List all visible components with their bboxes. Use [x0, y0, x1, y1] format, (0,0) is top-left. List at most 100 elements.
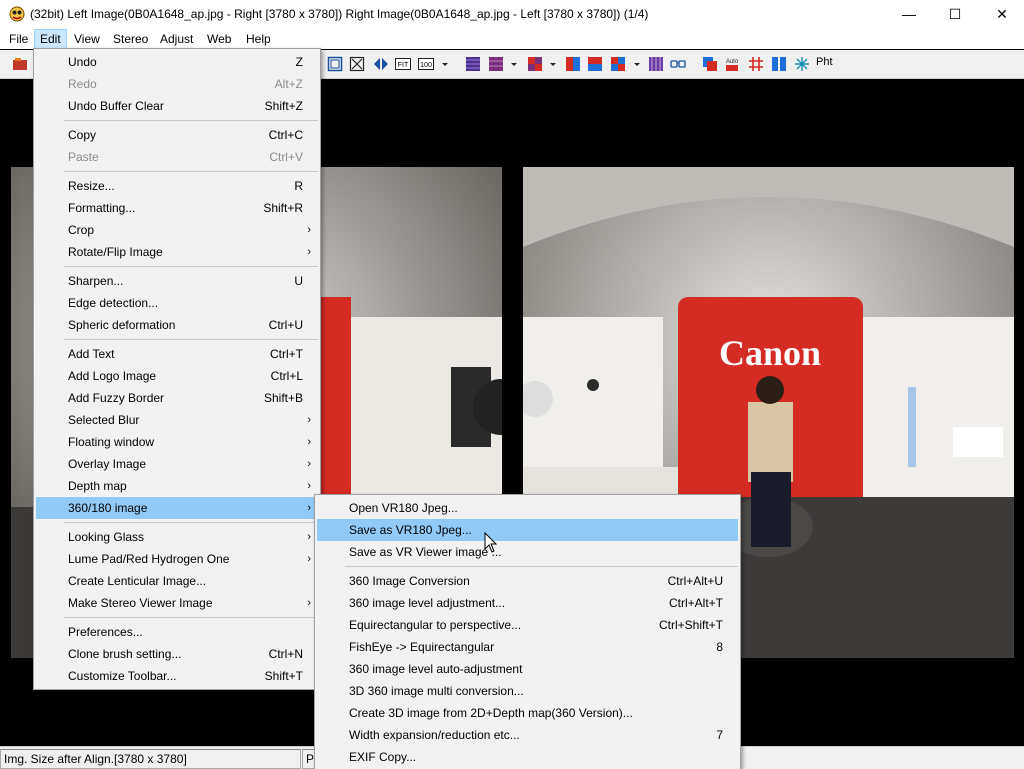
- menu-item-3d-360-image-multi-conversion[interactable]: 3D 360 image multi conversion...: [317, 680, 738, 702]
- menu-item-label: Add Logo Image: [68, 369, 157, 383]
- menu-item-label: FishEye -> Equirectangular: [349, 640, 495, 654]
- submenu-arrow-icon: ›: [307, 414, 311, 426]
- submenu-arrow-icon: ›: [307, 531, 311, 543]
- menu-item-360-image-level-adjustment[interactable]: 360 image level adjustment... Ctrl+Alt+T: [317, 592, 738, 614]
- menu-item-save-as-vr-viewer-image[interactable]: Save as VR Viewer image ...: [317, 541, 738, 563]
- menu-item-clone-brush-setting[interactable]: Clone brush setting... Ctrl+N: [36, 643, 318, 665]
- menu-item-label: Create Lenticular Image...: [68, 574, 207, 588]
- quad-icon[interactable]: [610, 56, 626, 72]
- snowflake-icon[interactable]: [794, 56, 810, 72]
- dropdown-icon[interactable]: [509, 56, 519, 72]
- menu-item-360-image-conversion[interactable]: 360 Image Conversion Ctrl+Alt+U: [317, 570, 738, 592]
- menu-item-equirectangular-to-perspective[interactable]: Equirectangular to perspective... Ctrl+Sh…: [317, 614, 738, 636]
- menu-item-label: EXIF Copy...: [349, 750, 417, 764]
- menu-item-add-text[interactable]: Add Text Ctrl+T: [36, 343, 318, 365]
- menu-item-undo[interactable]: Undo Z: [36, 51, 318, 73]
- menu-item-save-as-vr180-jpeg[interactable]: Save as VR180 Jpeg...: [317, 519, 738, 541]
- checker-icon[interactable]: [527, 56, 543, 72]
- menu-file[interactable]: File: [4, 30, 33, 48]
- red-blue-2-icon[interactable]: [587, 56, 603, 72]
- fit-icon[interactable]: FIT: [395, 56, 411, 72]
- menu-item-selected-blur[interactable]: Selected Blur ›: [36, 409, 318, 431]
- align-left-right-icon[interactable]: [373, 56, 389, 72]
- maximize-button[interactable]: ☐: [932, 0, 978, 28]
- pht-icon[interactable]: Pht: [816, 56, 833, 68]
- menu-item-shortcut: Ctrl+T: [270, 347, 303, 361]
- menu-edit[interactable]: Edit: [34, 29, 67, 49]
- submenu-arrow-icon: ›: [307, 597, 311, 609]
- menu-item-formatting[interactable]: Formatting... Shift+R: [36, 197, 318, 219]
- menu-item-shortcut: Z: [295, 55, 303, 69]
- app-icon[interactable]: [8, 5, 26, 23]
- overlay-icon[interactable]: [702, 56, 718, 72]
- zoom-100-icon[interactable]: 100: [418, 56, 434, 72]
- frame-icon[interactable]: [327, 56, 343, 72]
- menu-item-add-fuzzy-border[interactable]: Add Fuzzy Border Shift+B: [36, 387, 318, 409]
- menu-separator: [64, 339, 318, 340]
- menu-separator: [345, 566, 738, 567]
- menu-web[interactable]: Web: [202, 30, 236, 48]
- menu-item-paste[interactable]: Paste Ctrl+V: [36, 146, 318, 168]
- stripe-purple-icon[interactable]: [465, 56, 481, 72]
- menu-item-floating-window[interactable]: Floating window ›: [36, 431, 318, 453]
- auto-icon[interactable]: Auto: [724, 56, 740, 72]
- vertical-stripes-icon[interactable]: [648, 56, 664, 72]
- menu-item-open-vr180-jpeg[interactable]: Open VR180 Jpeg...: [317, 497, 738, 519]
- menu-item-overlay-image[interactable]: Overlay Image ›: [36, 453, 318, 475]
- dropdown-icon[interactable]: [548, 56, 558, 72]
- menu-item-redo[interactable]: Redo Alt+Z: [36, 73, 318, 95]
- menu-item-label: Add Fuzzy Border: [68, 391, 165, 405]
- menu-item-exif-copy[interactable]: EXIF Copy...: [317, 746, 738, 768]
- menu-item-label: Sharpen...: [68, 274, 124, 288]
- menu-item-360-180-image[interactable]: 360/180 image ›: [36, 497, 318, 519]
- fit-window-icon[interactable]: [349, 56, 365, 72]
- menu-item-edge-detection[interactable]: Edge detection...: [36, 292, 318, 314]
- menu-item-spheric-deformation[interactable]: Spheric deformation Ctrl+U: [36, 314, 318, 336]
- minimize-button[interactable]: —: [886, 0, 932, 28]
- menu-item-create-3d-image-from-2d-depth-map-360-version[interactable]: Create 3D image from 2D+Depth map(360 Ve…: [317, 702, 738, 724]
- menu-item-depth-map[interactable]: Depth map ›: [36, 475, 318, 497]
- menu-separator: [64, 266, 318, 267]
- submenu-arrow-icon: ›: [307, 224, 311, 236]
- menu-item-resize[interactable]: Resize... R: [36, 175, 318, 197]
- menu-bar: File Edit View Stereo Adjust Web Help: [0, 28, 1024, 49]
- dropdown-icon[interactable]: [632, 56, 642, 72]
- menu-item-add-logo-image[interactable]: Add Logo Image Ctrl+L: [36, 365, 318, 387]
- edit-menu: Undo Z Redo Alt+Z Undo Buffer Clear Shift+Z Co…: [33, 48, 321, 690]
- submenu-arrow-icon: ›: [307, 436, 311, 448]
- menu-item-label: Resize...: [68, 179, 115, 193]
- red-blue-icon[interactable]: [565, 56, 581, 72]
- side-by-side-icon[interactable]: [771, 56, 787, 72]
- menu-item-360-image-level-auto-adjustment[interactable]: 360 image level auto-adjustment: [317, 658, 738, 680]
- menu-item-lume-pad-red-hydrogen-one[interactable]: Lume Pad/Red Hydrogen One ›: [36, 548, 318, 570]
- menu-view[interactable]: View: [69, 30, 105, 48]
- menu-item-make-stereo-viewer-image[interactable]: Make Stereo Viewer Image ›: [36, 592, 318, 614]
- menu-item-width-expansion-reduction-etc[interactable]: Width expansion/reduction etc... 7: [317, 724, 738, 746]
- dropdown-icon[interactable]: [440, 56, 450, 72]
- menu-item-label: Add Text: [68, 347, 115, 361]
- close-button[interactable]: ✕: [979, 0, 1024, 28]
- menu-item-preferences[interactable]: Preferences...: [36, 621, 318, 643]
- grid-icon[interactable]: [748, 56, 764, 72]
- menu-item-looking-glass[interactable]: Looking Glass ›: [36, 526, 318, 548]
- menu-item-customize-toolbar[interactable]: Customize Toolbar... Shift+T: [36, 665, 318, 687]
- menu-item-label: Lume Pad/Red Hydrogen One: [68, 552, 230, 566]
- menu-item-shortcut: U: [294, 274, 303, 288]
- menu-item-rotate-flip-image[interactable]: Rotate/Flip Image ›: [36, 241, 318, 263]
- menu-item-fisheye-equirectangular[interactable]: FishEye -> Equirectangular 8: [317, 636, 738, 658]
- stripe-magenta-icon[interactable]: [488, 56, 504, 72]
- menu-stereo[interactable]: Stereo: [108, 30, 153, 48]
- menu-item-label: 360/180 image: [68, 501, 148, 515]
- menu-adjust[interactable]: Adjust: [155, 30, 198, 48]
- menu-help[interactable]: Help: [241, 30, 276, 48]
- mouse-cursor-icon: [484, 532, 498, 553]
- menu-item-crop[interactable]: Crop ›: [36, 219, 318, 241]
- menu-item-copy[interactable]: Copy Ctrl+C: [36, 124, 318, 146]
- glasses-icon[interactable]: [670, 56, 686, 72]
- open-icon[interactable]: [12, 56, 28, 72]
- menu-item-undo-buffer-clear[interactable]: Undo Buffer Clear Shift+Z: [36, 95, 318, 117]
- menu-item-label: Open VR180 Jpeg...: [349, 501, 458, 515]
- menu-item-label: Spheric deformation: [68, 318, 176, 332]
- menu-item-create-lenticular-image[interactable]: Create Lenticular Image...: [36, 570, 318, 592]
- menu-item-sharpen[interactable]: Sharpen... U: [36, 270, 318, 292]
